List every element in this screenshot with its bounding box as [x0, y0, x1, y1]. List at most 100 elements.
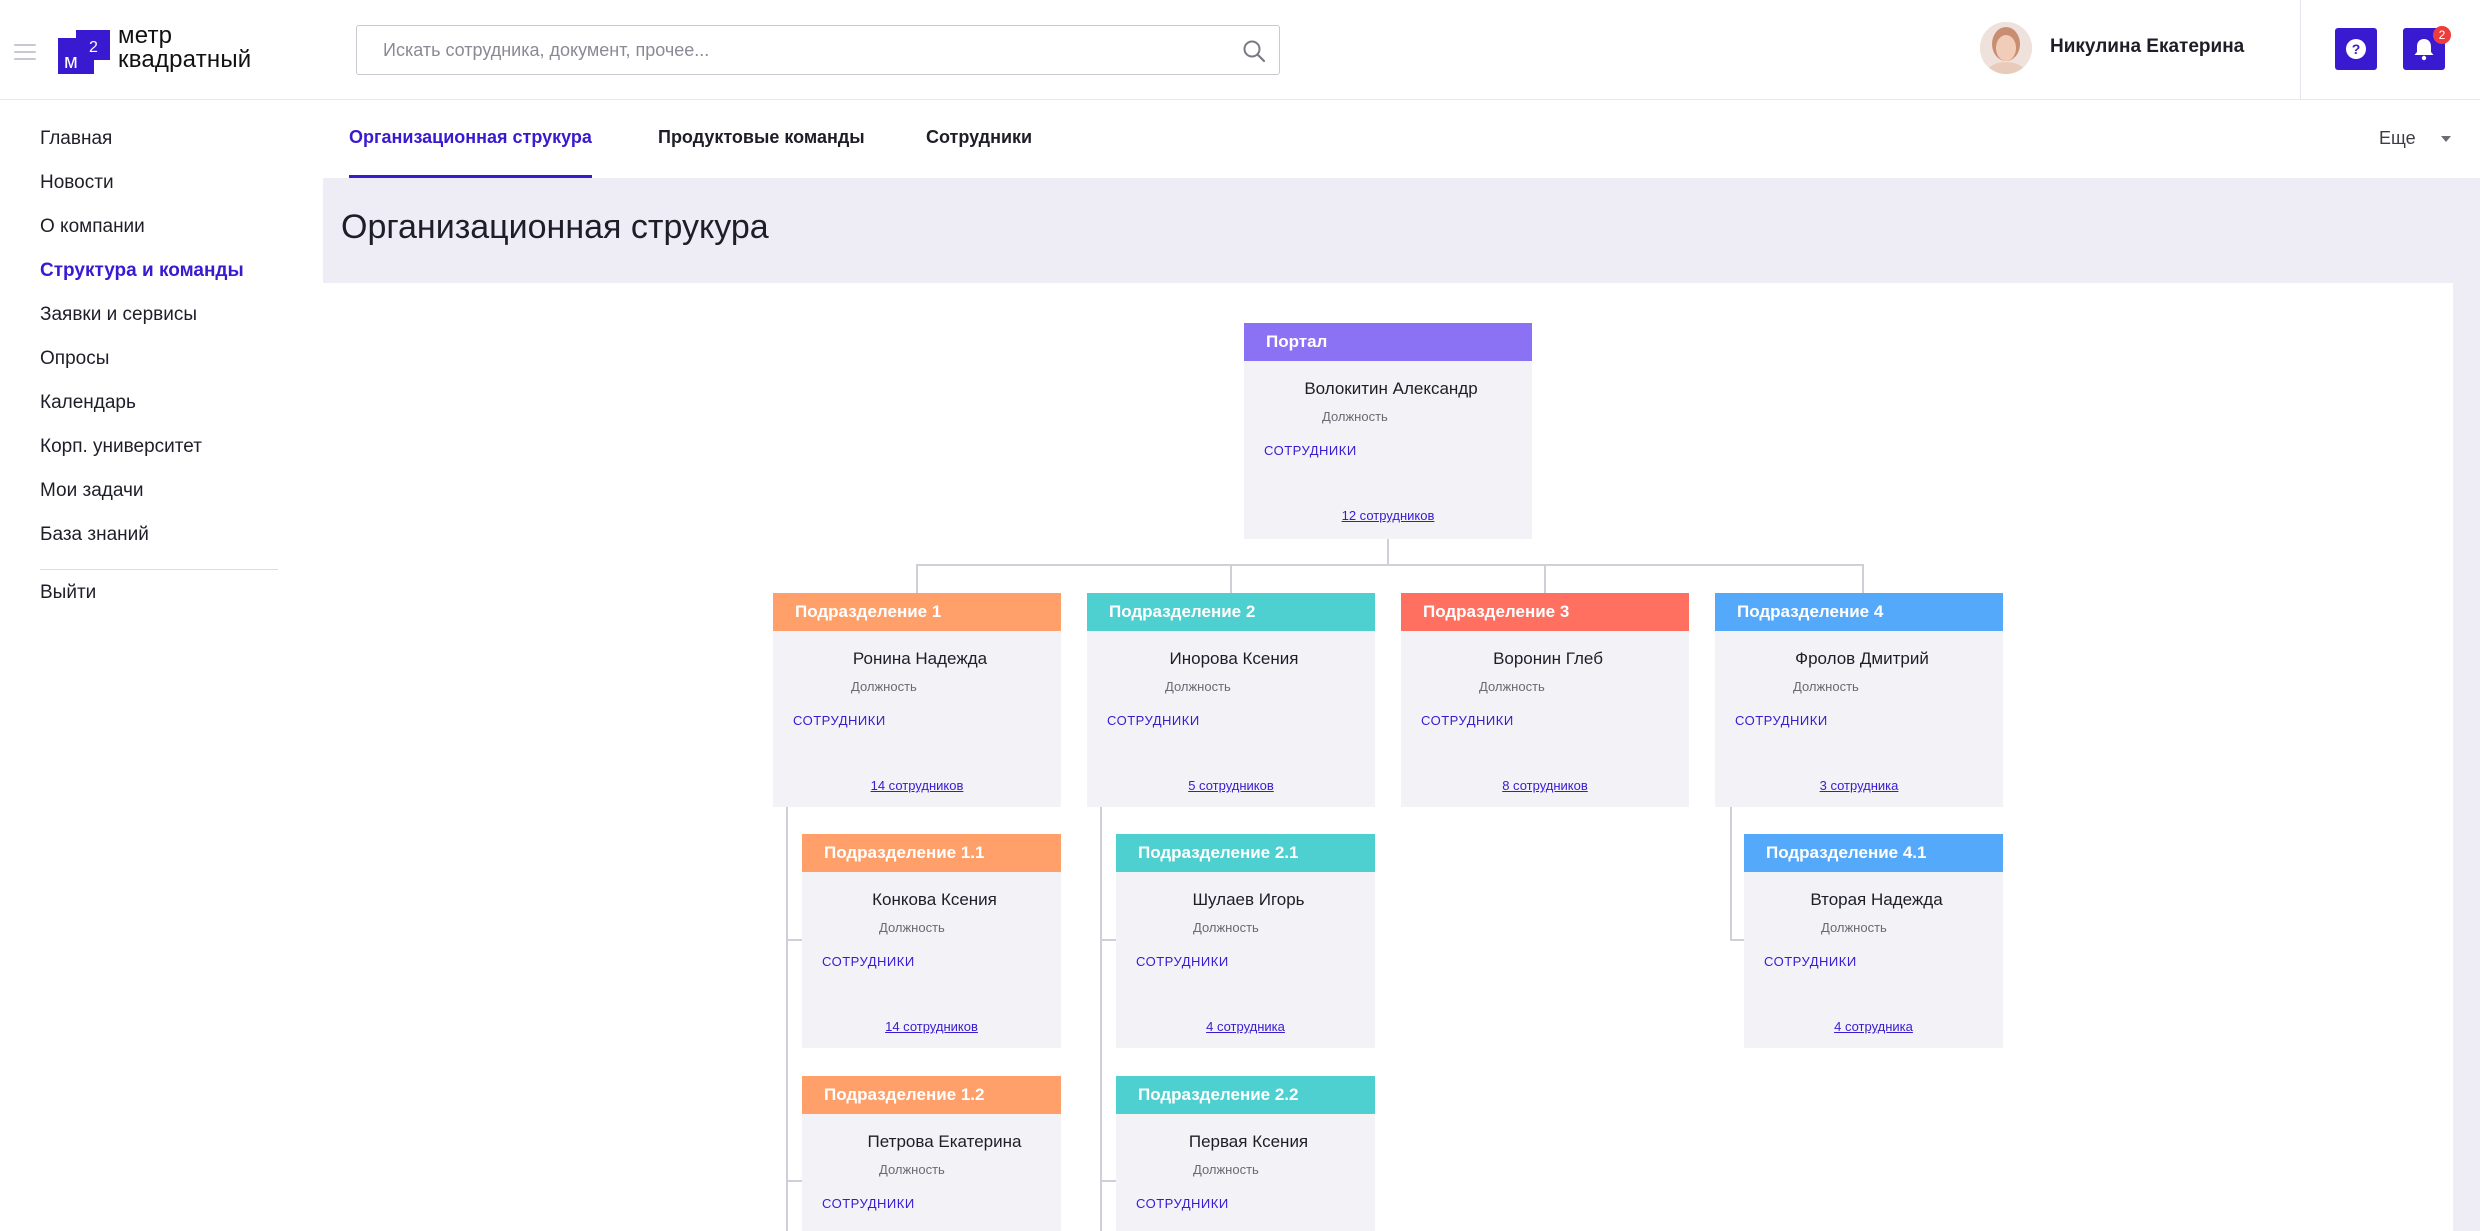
- card-person-name[interactable]: Фролов Дмитрий: [1715, 649, 2003, 669]
- employee-count-link[interactable]: 5 сотрудников: [1087, 778, 1375, 793]
- card-title: Подразделение 1.1: [802, 834, 1061, 872]
- employee-count-link[interactable]: 14 сотрудников: [802, 1019, 1061, 1034]
- tab-underline: [349, 175, 592, 178]
- search-icon[interactable]: [1241, 38, 1267, 64]
- search-input[interactable]: [383, 26, 1213, 74]
- more-dropdown[interactable]: Еще: [2379, 128, 2416, 149]
- card-title: Подразделение 1: [773, 593, 1061, 631]
- card-title: Подразделение 2.2: [1116, 1076, 1375, 1114]
- tab-product-teams[interactable]: Продуктовые команды: [658, 127, 865, 148]
- tab-employees[interactable]: Сотрудники: [926, 127, 1032, 148]
- card-person-role: Должность: [1193, 1162, 1259, 1177]
- divider: [2300, 0, 2301, 100]
- card-person-name[interactable]: Инорова Ксения: [1087, 649, 1375, 669]
- sidebar-item-calendar[interactable]: Календарь: [40, 392, 136, 414]
- org-card-dept-2[interactable]: Подразделение 2 Инорова Ксения Должность…: [1087, 593, 1375, 807]
- page-title: Организационная струкура: [341, 208, 769, 246]
- employee-count-link[interactable]: 12 сотрудников: [1244, 508, 1532, 523]
- user-name[interactable]: Никулина Екатерина: [2050, 36, 2244, 58]
- search-box[interactable]: [356, 25, 1280, 75]
- card-title: Подразделение 2.1: [1116, 834, 1375, 872]
- card-title: Подразделение 4.1: [1744, 834, 2003, 872]
- card-title: Портал: [1244, 323, 1532, 361]
- card-title: Подразделение 4: [1715, 593, 2003, 631]
- help-button[interactable]: ?: [2335, 28, 2377, 70]
- sidebar-item-knowledge[interactable]: База знаний: [40, 524, 149, 546]
- card-person-name[interactable]: Ронина Надежда: [773, 649, 1061, 669]
- employees-link[interactable]: СОТРУДНИКИ: [793, 713, 886, 728]
- card-person-role: Должность: [1322, 409, 1388, 424]
- chevron-down-icon[interactable]: [2441, 136, 2451, 142]
- logo-mark-sup: 2: [89, 39, 98, 56]
- employees-link[interactable]: СОТРУДНИКИ: [1264, 443, 1357, 458]
- org-card-portal[interactable]: Портал Волокитин Александр Должность СОТ…: [1244, 323, 1532, 539]
- employees-link[interactable]: СОТРУДНИКИ: [822, 1196, 915, 1211]
- tab-org-structure[interactable]: Организационная струкура: [349, 127, 592, 148]
- sidebar-item-university[interactable]: Корп. университет: [40, 436, 202, 458]
- card-person-name[interactable]: Первая Ксения: [1116, 1132, 1375, 1152]
- card-person-name[interactable]: Шулаев Игорь: [1116, 890, 1375, 910]
- notification-badge: 2: [2433, 26, 2451, 44]
- logo-text[interactable]: метр квадратный: [118, 24, 251, 72]
- card-person-name[interactable]: Петрова Екатерина: [802, 1132, 1061, 1152]
- org-card-dept-1-2[interactable]: Подразделение 1.2 Петрова Екатерина Долж…: [802, 1076, 1061, 1231]
- connector: [786, 807, 788, 1231]
- org-card-dept-3[interactable]: Подразделение 3 Воронин Глеб Должность С…: [1401, 593, 1689, 807]
- avatar[interactable]: [1980, 22, 2032, 74]
- card-person-role: Должность: [1793, 679, 1859, 694]
- sidebar-item-home[interactable]: Главная: [40, 128, 112, 150]
- connector: [1100, 807, 1102, 1231]
- card-title: Подразделение 2: [1087, 593, 1375, 631]
- sidebar-item-structure[interactable]: Структура и команды: [40, 260, 244, 282]
- card-person-role: Должность: [1165, 679, 1231, 694]
- sidebar-item-news[interactable]: Новости: [40, 172, 114, 194]
- employees-link[interactable]: СОТРУДНИКИ: [1421, 713, 1514, 728]
- org-card-dept-4[interactable]: Подразделение 4 Фролов Дмитрий Должность…: [1715, 593, 2003, 807]
- logo-icon[interactable]: м 2: [58, 30, 110, 74]
- employees-link[interactable]: СОТРУДНИКИ: [822, 954, 915, 969]
- employee-count-link[interactable]: 4 сотрудника: [1116, 1019, 1375, 1034]
- sidebar-item-surveys[interactable]: Опросы: [40, 348, 109, 370]
- connector: [1387, 539, 1389, 565]
- employee-count-link[interactable]: 14 сотрудников: [773, 778, 1061, 793]
- employees-link[interactable]: СОТРУДНИКИ: [1735, 713, 1828, 728]
- card-person-name[interactable]: Конкова Ксения: [802, 890, 1061, 910]
- org-card-dept-2-2[interactable]: Подразделение 2.2 Первая Ксения Должност…: [1116, 1076, 1375, 1231]
- card-person-name[interactable]: Воронин Глеб: [1401, 649, 1689, 669]
- logo-mark-text: м: [64, 51, 78, 73]
- card-person-role: Должность: [1193, 920, 1259, 935]
- logo-line-1: метр: [118, 22, 173, 49]
- org-chart-panel: Портал Волокитин Александр Должность СОТ…: [323, 283, 2453, 1231]
- employee-count-link[interactable]: 4 сотрудника: [1744, 1019, 2003, 1034]
- connector: [1862, 564, 1864, 593]
- sidebar-item-requests[interactable]: Заявки и сервисы: [40, 304, 197, 326]
- org-card-dept-1-1[interactable]: Подразделение 1.1 Конкова Ксения Должнос…: [802, 834, 1061, 1048]
- notifications-button[interactable]: 2: [2403, 26, 2451, 70]
- svg-text:?: ?: [2352, 41, 2361, 57]
- sidebar-item-tasks[interactable]: Мои задачи: [40, 480, 144, 502]
- employee-count-link[interactable]: 3 сотрудника: [1715, 778, 2003, 793]
- employees-link[interactable]: СОТРУДНИКИ: [1764, 954, 1857, 969]
- connector: [1230, 564, 1232, 593]
- top-bar: м 2 метр квадратный Никулина Екатерина ?: [0, 0, 2480, 100]
- org-card-dept-4-1[interactable]: Подразделение 4.1 Вторая Надежда Должнос…: [1744, 834, 2003, 1048]
- logo-line-2: квадратный: [118, 46, 252, 73]
- org-card-dept-1[interactable]: Подразделение 1 Ронина Надежда Должность…: [773, 593, 1061, 807]
- logout-link[interactable]: Выйти: [40, 582, 96, 604]
- sidebar: Главная Новости О компании Структура и к…: [0, 100, 323, 1231]
- tab-bar: Организационная струкура Продуктовые ком…: [323, 100, 2480, 178]
- card-person-role: Должность: [1821, 920, 1887, 935]
- card-title: Подразделение 3: [1401, 593, 1689, 631]
- card-person-name[interactable]: Вторая Надежда: [1744, 890, 2003, 910]
- menu-icon[interactable]: [14, 44, 36, 65]
- help-icon: ?: [2346, 39, 2366, 59]
- card-title: Подразделение 1.2: [802, 1076, 1061, 1114]
- employees-link[interactable]: СОТРУДНИКИ: [1136, 954, 1229, 969]
- employee-count-link[interactable]: 8 сотрудников: [1401, 778, 1689, 793]
- org-card-dept-2-1[interactable]: Подразделение 2.1 Шулаев Игорь Должность…: [1116, 834, 1375, 1048]
- sidebar-item-about[interactable]: О компании: [40, 216, 145, 238]
- card-person-name[interactable]: Волокитин Александр: [1244, 379, 1532, 399]
- employees-link[interactable]: СОТРУДНИКИ: [1107, 713, 1200, 728]
- employees-link[interactable]: СОТРУДНИКИ: [1136, 1196, 1229, 1211]
- connector: [916, 564, 1864, 566]
